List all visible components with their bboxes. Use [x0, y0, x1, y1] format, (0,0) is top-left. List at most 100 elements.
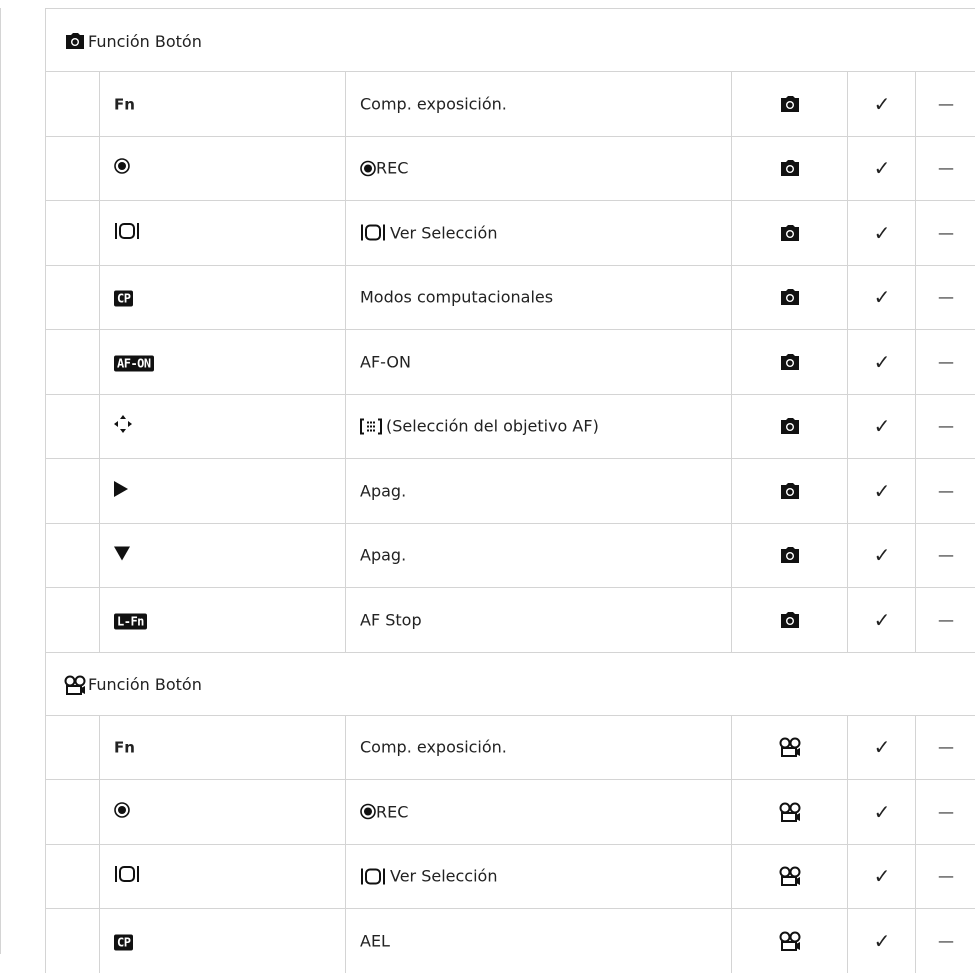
- checkmark-icon: ✓: [873, 156, 891, 181]
- button-name: CP: [114, 931, 134, 951]
- mode-cell: [731, 135, 848, 200]
- dash-cell: —: [915, 329, 975, 394]
- dash-mark: —: [938, 158, 954, 178]
- function-value: (Selección del objetivo AF): [360, 417, 599, 436]
- right-arrow-icon: [114, 480, 128, 497]
- dash-cell: —: [915, 135, 975, 200]
- button-name: [114, 865, 140, 887]
- dash-cell: —: [915, 779, 975, 844]
- checkmark-icon: ✓: [873, 414, 891, 439]
- table-row: L-Fn AF Stop ✓ —: [45, 587, 975, 652]
- button-cell: [99, 393, 346, 458]
- mode-cell: [731, 200, 848, 265]
- dash-mark: —: [938, 866, 954, 886]
- check-cell: ✓: [847, 264, 916, 329]
- button-name: [114, 480, 128, 501]
- section-title-text: Función Botón: [88, 675, 202, 694]
- function-cell: Apag.: [345, 458, 732, 523]
- check-cell: ✓: [847, 779, 916, 844]
- function-value: AEL: [360, 931, 390, 950]
- mode-cell: [731, 393, 848, 458]
- camera-icon: [780, 611, 800, 628]
- rec-icon: [360, 160, 376, 177]
- check-cell: ✓: [847, 329, 916, 394]
- button-cell: Fn: [99, 71, 346, 136]
- button-name: AF-ON: [114, 352, 154, 372]
- rec-icon: [114, 801, 130, 818]
- function-value: Apag.: [360, 481, 406, 500]
- function-label: Ver Selección: [390, 866, 498, 886]
- mode-cell: [731, 71, 848, 136]
- table-row: REC ✓ —: [45, 135, 975, 200]
- function-value: REC: [360, 802, 408, 821]
- button-name: [114, 415, 132, 437]
- check-cell: ✓: [847, 843, 916, 908]
- movie-icon: [779, 931, 801, 951]
- checkmark-icon: ✓: [873, 285, 891, 310]
- checkmark-icon: ✓: [873, 91, 891, 116]
- section-title: Función Botón: [64, 675, 202, 695]
- function-label: Comp. exposición.: [360, 94, 507, 114]
- function-value: REC: [360, 159, 408, 178]
- camera-icon: [780, 289, 800, 306]
- row-indent: [45, 908, 100, 973]
- check-cell: ✓: [847, 71, 916, 136]
- mode-cell: [731, 908, 848, 973]
- button-name: CP: [114, 288, 134, 307]
- button-name: Fn: [114, 738, 135, 757]
- dash-cell: —: [915, 393, 975, 458]
- movie-icon: [64, 675, 86, 695]
- button-name: [114, 801, 130, 822]
- camera-icon: [780, 482, 800, 499]
- table-row: CP AEL ✓ —: [45, 908, 975, 973]
- dash-cell: —: [915, 714, 975, 779]
- button-label: Fn: [114, 738, 135, 757]
- function-value: Ver Selección: [360, 223, 497, 242]
- button-cell: [99, 779, 346, 844]
- check-cell: ✓: [847, 135, 916, 200]
- button-cell: [99, 135, 346, 200]
- af-target-icon: [360, 418, 382, 435]
- checkmark-icon: ✓: [873, 478, 891, 503]
- function-value: Comp. exposición.: [360, 94, 507, 113]
- function-value: AF Stop: [360, 610, 422, 629]
- function-label: Ver Selección: [390, 223, 498, 243]
- dash-mark: —: [938, 416, 954, 436]
- row-indent: [45, 135, 100, 200]
- function-label: (Selección del objetivo AF): [386, 416, 599, 436]
- check-cell: ✓: [847, 587, 916, 652]
- table-row: Ver Selección ✓ —: [45, 200, 975, 265]
- dash-cell: —: [915, 264, 975, 329]
- function-label: Modos computacionales: [360, 287, 554, 307]
- function-cell: REC: [345, 135, 732, 200]
- dash-cell: —: [915, 71, 975, 136]
- check-cell: ✓: [847, 458, 916, 523]
- check-cell: ✓: [847, 714, 916, 779]
- row-indent: [45, 71, 100, 136]
- mode-cell: [731, 714, 848, 779]
- table-row: Fn Comp. exposición. ✓ —: [45, 714, 975, 779]
- row-indent: [45, 393, 100, 458]
- function-label: Comp. exposición.: [360, 737, 507, 757]
- function-cell: AF-ON: [345, 329, 732, 394]
- checkmark-icon: ✓: [873, 220, 891, 245]
- mode-cell: [731, 329, 848, 394]
- button-name: Fn: [114, 94, 135, 113]
- function-value: Apag.: [360, 546, 406, 565]
- function-label: REC: [376, 802, 409, 822]
- button-cell: CP: [99, 264, 346, 329]
- dash-cell: —: [915, 908, 975, 973]
- button-label: Fn: [114, 95, 135, 114]
- checkmark-icon: ✓: [873, 928, 891, 953]
- dash-mark: —: [938, 287, 954, 307]
- af-on-badge-icon: AF-ON: [114, 355, 154, 372]
- check-cell: ✓: [847, 200, 916, 265]
- button-cell: AF-ON: [99, 329, 346, 394]
- dash-mark: —: [938, 223, 954, 243]
- cp-badge-icon: CP: [114, 934, 134, 951]
- button-cell: CP: [99, 908, 346, 973]
- checkmark-icon: ✓: [873, 607, 891, 632]
- function-value: Comp. exposición.: [360, 738, 507, 757]
- dash-mark: —: [938, 610, 954, 630]
- row-indent: [45, 587, 100, 652]
